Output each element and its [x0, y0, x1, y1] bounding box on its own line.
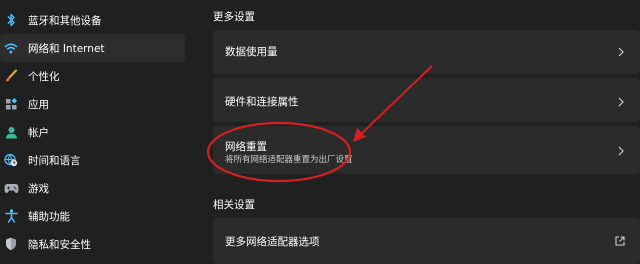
sidebar-item-label: 网络和 Internet	[28, 42, 105, 55]
sidebar-item-label: 隐私和安全性	[28, 238, 91, 251]
sidebar-item-time-language[interactable]: 时间和语言	[0, 146, 185, 174]
card-description: 将所有网络适配器重置为出厂设置	[225, 155, 353, 165]
sidebar-item-network[interactable]: 网络和 Internet	[0, 34, 185, 62]
card-title: 数据使用量	[225, 46, 278, 58]
sidebar-item-label: 辅助功能	[28, 210, 70, 223]
external-link-icon	[614, 235, 626, 247]
sidebar-item-personalization[interactable]: 个性化	[0, 62, 185, 90]
data-usage-card[interactable]: 数据使用量	[213, 30, 640, 74]
section-title-more-settings: 更多设置	[213, 11, 255, 23]
sidebar-item-label: 应用	[28, 98, 49, 111]
chevron-right-icon	[616, 46, 626, 58]
section-title-related-settings: 相关设置	[213, 199, 255, 211]
wifi-icon	[3, 40, 19, 56]
sidebar-item-label: 蓝牙和其他设备	[28, 14, 102, 27]
person-icon	[3, 124, 19, 140]
card-title: 硬件和连接属性	[225, 96, 299, 108]
sidebar-item-label: 个性化	[28, 70, 60, 83]
sidebar-item-bluetooth[interactable]: 蓝牙和其他设备	[0, 6, 185, 34]
network-reset-card[interactable]: 网络重置 将所有网络适配器重置为出厂设置	[213, 126, 640, 174]
gamepad-icon	[3, 180, 19, 196]
accessibility-icon	[3, 208, 19, 224]
sidebar-item-privacy[interactable]: 隐私和安全性	[0, 230, 185, 258]
card-title: 网络重置	[225, 141, 267, 153]
sidebar-item-accessibility[interactable]: 辅助功能	[0, 202, 185, 230]
sidebar-item-accounts[interactable]: 帐户	[0, 118, 185, 146]
main-content: 更多设置 数据使用量 硬件和连接属性 网络重置 将所有网络适配器重置为出厂设置 …	[213, 0, 640, 264]
card-title: 更多网络适配器选项	[225, 236, 320, 248]
sidebar-item-label: 时间和语言	[28, 154, 81, 167]
chevron-right-icon	[616, 96, 626, 108]
shield-icon	[3, 236, 19, 252]
hardware-properties-card[interactable]: 硬件和连接属性	[213, 78, 640, 122]
chevron-right-icon	[616, 145, 626, 157]
brush-icon	[3, 68, 19, 84]
sidebar-item-label: 帐户	[28, 126, 49, 139]
sidebar-item-label: 游戏	[28, 182, 49, 195]
sidebar-item-gaming[interactable]: 游戏	[0, 174, 185, 202]
globe-clock-icon	[3, 152, 19, 168]
apps-icon	[3, 96, 19, 112]
sidebar: 蓝牙和其他设备 网络和 Internet 个性化 应用 帐户 时间和语言 游戏 …	[0, 0, 196, 264]
sidebar-item-apps[interactable]: 应用	[0, 90, 185, 118]
bluetooth-icon	[3, 12, 19, 28]
more-adapter-options-card[interactable]: 更多网络适配器选项	[213, 218, 640, 264]
